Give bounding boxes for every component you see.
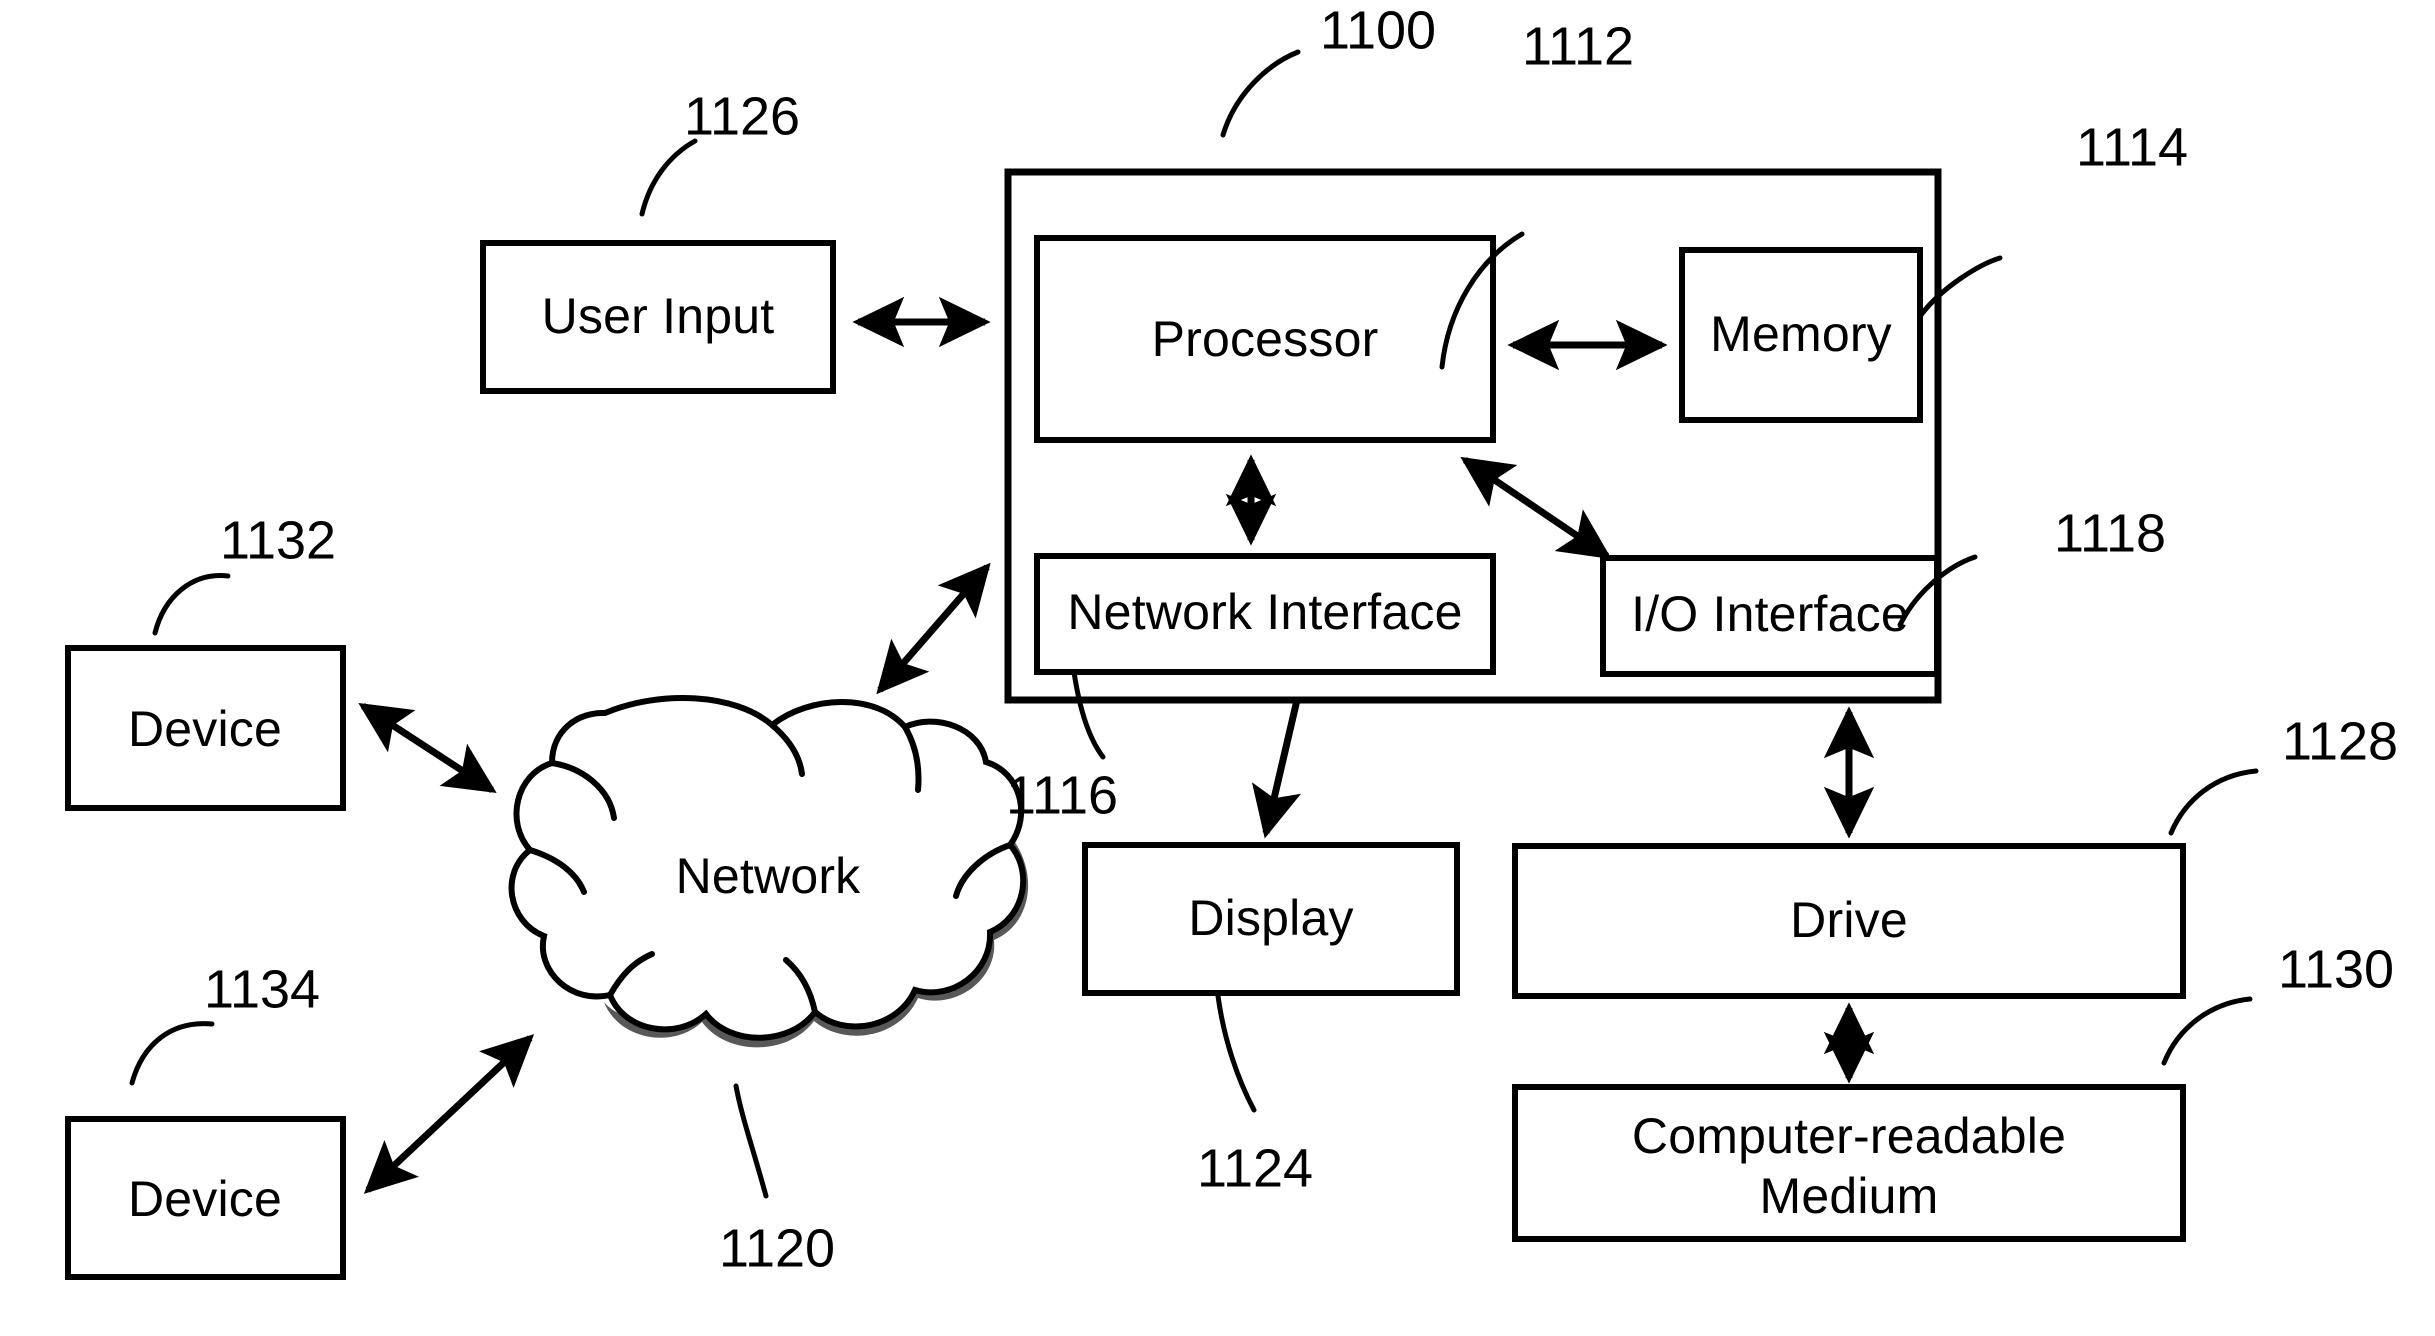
connector-processor-to-io-interface [1460,456,1612,560]
user-input-block[interactable]: User Input [480,240,836,394]
ref-1132: 1132 [220,510,336,570]
memory-block[interactable]: Memory [1679,247,1923,423]
leader-1100 [1220,49,1301,138]
ref-1112: 1112 [1522,16,1634,76]
leader-1120 [733,1083,769,1199]
leader-1126 [639,138,698,217]
network-label: Network [676,848,862,904]
io-interface-label: I/O Interface [1631,586,1909,642]
device-bottom-label: Device [128,1171,282,1227]
io-interface-block[interactable]: I/O Interface [1600,555,1940,677]
leader-1128 [2168,768,2259,836]
drive-block[interactable]: Drive [1512,843,2186,999]
ref-1116-group: 1116 [1006,669,1118,825]
medium-label-line1: Computer-readable [1632,1108,2066,1164]
ref-1114: 1114 [2076,117,2188,177]
user-input-label: User Input [542,288,775,344]
ref-1130-group: 1130 [2161,939,2394,1066]
ref-1128-group: 1128 [2168,711,2398,836]
ref-1126: 1126 [684,86,800,146]
leader-1134 [129,1021,215,1086]
ref-1134: 1134 [204,959,320,1019]
network-cloud-block[interactable]: Network [470,694,1060,1120]
patent-figure: Processor Memory Network Interface I/O I… [0,0,2435,1336]
leader-1114 [1918,255,2003,318]
leader-1124 [1215,993,1257,1113]
device-top-block[interactable]: Device [65,645,346,811]
ref-1124-group: 1124 [1197,993,1313,1198]
ref-1130: 1130 [2278,939,2394,999]
ref-1118: 1118 [2054,503,2166,563]
ref-1120: 1120 [719,1218,835,1278]
leader-1132 [152,573,231,636]
ref-1100: 1100 [1320,0,1436,60]
leader-1116 [1071,669,1106,760]
device-top-label: Device [128,701,282,757]
ref-1128: 1128 [2282,711,2398,771]
ref-1100-group: 1100 [1220,0,1436,138]
drive-label: Drive [1790,892,1908,948]
leader-1130 [2161,996,2253,1066]
display-block[interactable]: Display [1082,842,1460,996]
device-bottom-block[interactable]: Device [65,1116,346,1280]
system-block-diagram: Processor Memory Network Interface I/O I… [65,0,2398,1280]
ref-1114-group: 1114 [1918,117,2188,318]
connector-network-interface-to-display [1251,699,1302,839]
processor-label: Processor [1152,311,1379,367]
connector-device-top-to-network [358,702,497,794]
connector-device-bottom-to-network [363,1034,535,1194]
network-interface-block[interactable]: Network Interface [1034,553,1496,675]
processor-block[interactable]: Processor [1034,235,1496,443]
ref-1116: 1116 [1006,765,1118,825]
ref-1126-group: 1126 [639,86,800,217]
ref-1124: 1124 [1197,1138,1313,1198]
network-interface-label: Network Interface [1067,584,1462,640]
memory-label: Memory [1710,306,1892,362]
medium-label-line2: Medium [1759,1168,1938,1224]
display-label: Display [1188,890,1353,946]
computer-readable-medium-block[interactable]: Computer-readable Medium [1512,1084,2186,1242]
ref-1132-group: 1132 [152,510,336,636]
ref-1134-group: 1134 [129,959,320,1086]
connector-network-to-system [876,562,991,695]
ref-1120-group: 1120 [719,1083,835,1278]
